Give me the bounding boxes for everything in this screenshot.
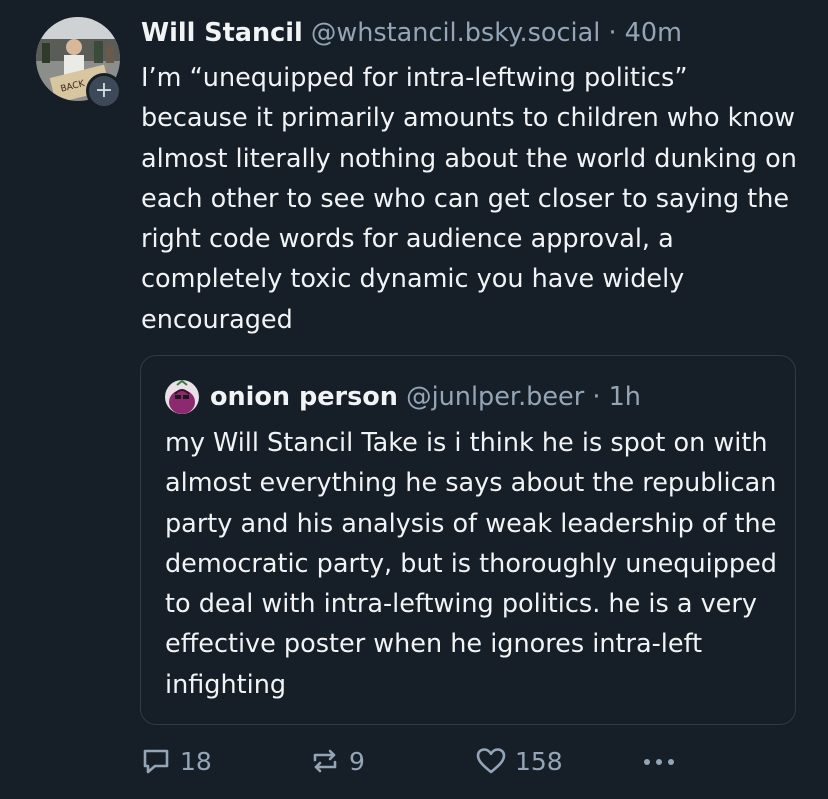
quoted-author-display-name[interactable]: onion person [210, 382, 398, 412]
quoted-time-separator: · [592, 382, 601, 412]
quoted-author-avatar[interactable] [165, 380, 199, 414]
quoted-author-handle[interactable]: @junlper.beer [406, 382, 584, 412]
time-separator: · [608, 18, 617, 48]
quoted-author-line: onion person @junlper.beer · 1h [210, 379, 641, 415]
post-author-line: Will Stancil @whstancil.bsky.social · 40… [141, 16, 682, 50]
like-button[interactable]: 158 [475, 743, 563, 779]
plus-icon: + [94, 78, 114, 103]
quoted-post-card[interactable]: onion person @junlper.beer · 1h my Will … [140, 355, 796, 725]
post-text: I’m “unequipped for intra-leftwing polit… [141, 63, 805, 335]
reply-bubble-icon [143, 749, 169, 774]
ellipsis-icon [644, 759, 674, 765]
reply-button[interactable]: 18 [140, 743, 212, 779]
reply-count: 18 [180, 746, 212, 776]
heart-icon [476, 748, 506, 774]
follow-button[interactable]: + [86, 73, 122, 109]
post-timestamp[interactable]: 40m [625, 18, 682, 48]
repost-count: 9 [349, 746, 365, 776]
like-count: 158 [515, 746, 563, 776]
post-container: BACK + Will Stancil @whstancil.bsky.soci… [0, 0, 828, 799]
repost-arrows-icon [313, 749, 337, 773]
repost-button[interactable]: 9 [309, 743, 365, 779]
onion-avatar-icon [165, 380, 199, 414]
quoted-post-text: my Will Stancil Take is i think he is sp… [165, 428, 786, 700]
more-options-button[interactable] [640, 743, 680, 779]
author-display-name[interactable]: Will Stancil [141, 18, 303, 48]
author-handle[interactable]: @whstancil.bsky.social [311, 18, 600, 48]
quoted-post-timestamp[interactable]: 1h [609, 382, 641, 412]
